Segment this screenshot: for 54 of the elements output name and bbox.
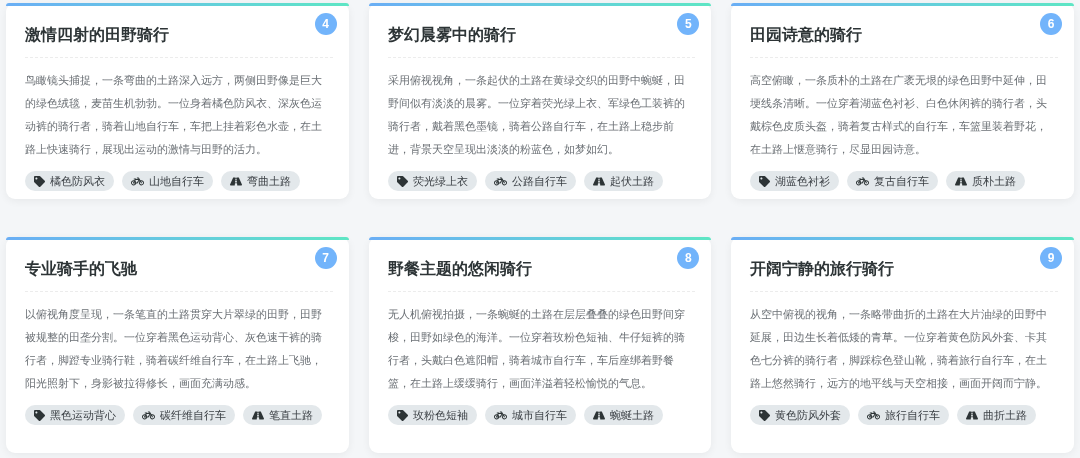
number-badge: 9 — [1040, 247, 1062, 269]
road-icon — [230, 175, 242, 187]
tag-label: 公路自行车 — [511, 173, 567, 189]
tag-label: 碳纤维自行车 — [160, 407, 226, 423]
card-description: 从空中俯视的视角，一条略带曲折的土路在大片油绿的田野中延展，田边生长着低矮的青草。一位穿着黄色防风外套、卡其色七分裤的骑行者，脚踩棕色登山靴，骑着旅行自行车，在土路上悠然骑行，远方的地平线与天空相接，画面开阔而宁静。 — [750, 307, 1049, 391]
card-description: 高空俯瞰，一条质朴的土路在广袤无垠的绿色田野中延伸，田埂线条清晰。一位穿着湖蓝色衬衫、白色休闲裤的骑行者，头戴棕色皮质头盔，骑着复古样式的自行车，车篮里装着野花，在土路上惬意骑行，尽显田园诗意。 — [750, 73, 1049, 157]
card-title: 梦幻晨雾中的骑行 — [387, 25, 516, 45]
tag-label: 橘色防风衣 — [50, 173, 105, 189]
road-icon — [252, 409, 264, 421]
card-title: 野餐主题的悠闲骑行 — [387, 259, 532, 279]
tag-label: 蜿蜒土路 — [609, 407, 654, 423]
card-description: 采用俯视视角，一条起伏的土路在黄绿交织的田野中蜿蜒，田野间似有淡淡的晨雾。一位穿着荧光绿上衣、军绿色工装裤的骑行者，戴着黑色墨镜，骑着公路自行车，在土路上稳步前进，背景天空呈现出淡淡的粉蓝色，如梦如幻。 — [387, 73, 686, 157]
tag-label: 湖蓝色衬衫 — [775, 173, 831, 189]
road-icon — [592, 175, 605, 187]
tag-icon — [759, 409, 771, 421]
tag-label: 旅行自行车 — [885, 407, 941, 423]
tag-icon — [34, 175, 45, 187]
number-badge: 6 — [1040, 13, 1062, 35]
card-title: 激情四射的田野骑行 — [25, 25, 169, 45]
tag-label: 复古自行车 — [874, 173, 930, 189]
bicycle-icon — [142, 409, 155, 421]
tag-label: 荧光绿上衣 — [412, 173, 468, 189]
number-badge: 8 — [677, 247, 700, 269]
tag-label: 笔直土路 — [269, 407, 313, 423]
tag-label: 质朴土路 — [972, 173, 1017, 189]
road-icon — [955, 175, 968, 187]
card-description: 无人机俯视拍摄，一条蜿蜒的土路在层层叠叠的绿色田野间穿梭，田野如绿色的海洋。一位穿着玫粉色短袖、牛仔短裤的骑行者，头戴白色遮阳帽，骑着城市自行车，车后座绑着野餐篮，在土路上缓缓骑行，画面洋溢着轻松愉悦的气息。 — [387, 307, 686, 391]
bicycle-icon — [856, 175, 870, 187]
tag-label: 曲折土路 — [983, 407, 1028, 423]
bicycle-icon — [131, 175, 144, 187]
tag-icon — [34, 409, 45, 421]
tag-label: 起伏土路 — [609, 173, 654, 189]
number-badge: 5 — [677, 13, 700, 35]
road-icon — [966, 409, 979, 421]
card-description: 以俯视角度呈现，一条笔直的土路贯穿大片翠绿的田野，田野被规整的田垄分割。一位穿着黑色运动背心、灰色速干裤的骑行者，脚蹬专业骑行鞋，骑着碳纤维自行车，在土路上飞驰，阳光照射下，身影被拉得修长，画面充满动感。 — [25, 307, 323, 391]
number-badge: 4 — [314, 13, 337, 35]
bicycle-icon — [493, 409, 507, 421]
tag-label: 黑色运动背心 — [50, 407, 116, 423]
tag-icon — [759, 175, 771, 187]
card-title: 开阔宁静的旅行骑行 — [750, 259, 895, 279]
card-description: 鸟瞰镜头捕捉，一条弯曲的土路深入远方，两侧田野像是巨大的绿色绒毯，麦苗生机勃勃。一位身着橘色防风衣、深灰色运动裤的骑行者，骑着山地自行车，车把上挂着彩色水壶，在土路上快速骑行，展现出运动的激情与田野的活力。 — [25, 73, 323, 157]
bicycle-icon — [867, 409, 881, 421]
tag-label: 城市自行车 — [511, 407, 567, 423]
tag-icon — [396, 409, 408, 421]
tag-label: 弯曲土路 — [247, 173, 291, 189]
road-icon — [592, 409, 605, 421]
tag-icon — [396, 175, 408, 187]
tag-label: 黄色防风外套 — [775, 407, 842, 423]
tag-label: 山地自行车 — [149, 173, 204, 189]
number-badge: 7 — [314, 247, 337, 269]
tag-label: 玫粉色短袖 — [412, 407, 468, 423]
bicycle-icon — [493, 175, 507, 187]
card-title: 田园诗意的骑行 — [750, 25, 863, 45]
card-title: 专业骑手的飞驰 — [25, 259, 137, 279]
